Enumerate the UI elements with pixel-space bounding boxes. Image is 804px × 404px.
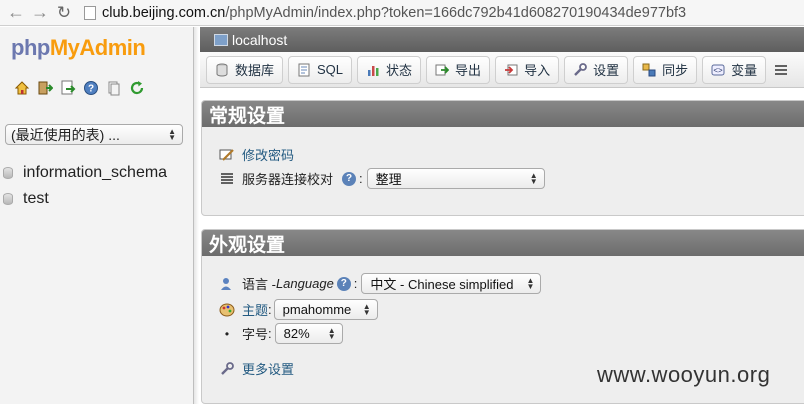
font-size-label: 字号 xyxy=(242,327,269,342)
database-item-test[interactable]: test xyxy=(0,186,194,212)
address-bar[interactable]: club.beijing.com.cn/phpMyAdmin/index.php… xyxy=(102,5,686,21)
home-icon[interactable] xyxy=(14,80,30,96)
database-name: information_schema xyxy=(23,164,168,181)
language-select[interactable]: 中文 - Chinese simplified ▲ ▼ xyxy=(361,273,542,294)
tab-label: 变量 xyxy=(731,63,758,78)
tab-sql[interactable]: SQL xyxy=(288,55,353,84)
tab-label: 导出 xyxy=(455,63,482,78)
sidebar-quick-icons: ? xyxy=(14,80,145,96)
change-password-link[interactable]: 修改密码 xyxy=(242,145,294,164)
appearance-settings-title: 外观设置 xyxy=(202,230,804,256)
colon: : xyxy=(359,171,363,186)
tab-databases[interactable]: 数据库 xyxy=(206,55,284,84)
select-arrows-icon: ▲ ▼ xyxy=(526,275,535,291)
font-size-select[interactable]: 82% ▲ ▼ xyxy=(274,323,343,344)
change-password-icon xyxy=(218,147,236,163)
select-arrows-icon: ▲ ▼ xyxy=(362,301,371,317)
tab-variables[interactable]: <> 变量 xyxy=(702,55,767,84)
collation-value: 整理 xyxy=(375,172,402,187)
tab-label: 设置 xyxy=(593,63,620,78)
phpmyadmin-logo[interactable]: phpMyAdmin xyxy=(11,35,146,61)
database-icon xyxy=(215,63,229,77)
documentation-icon[interactable] xyxy=(106,80,122,96)
reload-icon[interactable]: ↻ xyxy=(52,1,76,25)
forward-arrow-icon[interactable]: → xyxy=(28,1,52,25)
collation-select[interactable]: 整理 ▲ ▼ xyxy=(366,168,545,189)
more-menu-icon[interactable] xyxy=(771,56,791,84)
help-icon[interactable]: ? xyxy=(83,80,99,96)
svg-text:?: ? xyxy=(88,84,94,95)
collation-icon xyxy=(218,171,236,187)
tab-label: 同步 xyxy=(662,63,689,78)
font-size-row: • 字号 : 82% ▲ ▼ xyxy=(218,323,804,344)
language-value: 中文 - Chinese simplified xyxy=(370,277,514,292)
url-path: /phpMyAdmin/index.php?token=166dc792b41d… xyxy=(225,4,687,21)
wrench-icon xyxy=(218,361,236,377)
status-icon xyxy=(366,63,380,77)
change-password-row: 修改密码 xyxy=(218,145,804,164)
collation-row: 服务器连接校对 ? : 整理 ▲ ▼ xyxy=(218,168,804,189)
language-label: 语言 - xyxy=(242,277,276,292)
general-settings-panel: 常规设置 修改密码 服务器连接校对 ? : 整理 ▲ ▼ xyxy=(201,100,804,216)
language-icon xyxy=(218,276,236,292)
recent-tables-value: (最近使用的表) ... xyxy=(11,126,120,143)
query-window-icon[interactable] xyxy=(60,80,76,96)
select-arrows-icon: ▲ ▼ xyxy=(327,325,336,341)
tab-sync[interactable]: 同步 xyxy=(633,55,698,84)
page-icon xyxy=(84,5,96,20)
collation-label: 服务器连接校对 xyxy=(242,172,334,187)
sql-icon xyxy=(297,63,311,77)
tab-label: 状态 xyxy=(386,63,413,78)
tab-settings[interactable]: 设置 xyxy=(564,55,629,84)
select-arrows-icon: ▲ ▼ xyxy=(529,170,538,186)
theme-label[interactable]: 主题 xyxy=(242,300,268,319)
recent-tables-select[interactable]: (最近使用的表) ... ▲ ▼ xyxy=(5,124,183,145)
database-icon xyxy=(3,167,13,179)
server-breadcrumb: localhost xyxy=(200,27,804,52)
url-host: club.beijing.com.cn xyxy=(102,4,226,21)
theme-select[interactable]: pmahomme ▲ ▼ xyxy=(273,299,378,320)
database-name: test xyxy=(23,190,49,207)
svg-text:<>: <> xyxy=(713,66,723,75)
database-icon xyxy=(3,193,13,205)
language-label-en: Language xyxy=(275,276,334,291)
wrench-icon xyxy=(573,62,587,77)
language-row: 语言 - Language ? : 中文 - Chinese simplifie… xyxy=(218,273,804,294)
watermark-text: www.wooyun.org xyxy=(597,362,771,387)
browser-toolbar: ← → ↻ club.beijing.com.cn/phpMyAdmin/ind… xyxy=(0,0,804,26)
colon: : xyxy=(353,276,358,291)
tab-label: 数据库 xyxy=(235,63,275,78)
tab-label: SQL xyxy=(317,62,344,77)
logout-icon[interactable] xyxy=(37,80,53,96)
colon: : xyxy=(268,326,272,341)
select-arrows-icon: ▲ ▼ xyxy=(168,126,176,142)
database-list: information_schema test xyxy=(0,160,194,212)
database-item-information-schema[interactable]: information_schema xyxy=(0,160,194,186)
bullet-icon: • xyxy=(224,326,230,341)
variables-icon: <> xyxy=(711,63,725,77)
colon: : xyxy=(268,302,272,317)
export-icon xyxy=(435,63,450,77)
tab-status[interactable]: 状态 xyxy=(357,55,422,84)
navigation-sidebar: phpMyAdmin ? (最近使用的表) ... ▲ ▼ information… xyxy=(0,27,199,404)
top-menu-tabs: 数据库 SQL 状态 导出 导入 设置 同步 <> 变量 xyxy=(200,52,804,88)
server-name[interactable]: localhost xyxy=(232,32,287,48)
refresh-icon[interactable] xyxy=(129,80,145,96)
theme-row: 主题 : pmahomme ▲ ▼ xyxy=(218,299,804,320)
tab-label: 导入 xyxy=(524,63,551,78)
theme-palette-icon xyxy=(218,302,236,318)
collation-help-icon[interactable]: ? xyxy=(342,171,357,186)
font-size-value: 82% xyxy=(283,326,310,341)
tab-export[interactable]: 导出 xyxy=(426,55,491,84)
import-icon xyxy=(504,63,518,77)
more-settings-link[interactable]: 更多设置 xyxy=(242,359,294,378)
main-content: localhost 数据库 SQL 状态 导出 导入 设置 同步 <> 变量 常… xyxy=(200,27,804,404)
language-help-icon[interactable]: ? xyxy=(336,276,351,291)
back-arrow-icon[interactable]: ← xyxy=(4,1,28,25)
theme-value: pmahomme xyxy=(282,302,352,317)
tab-import[interactable]: 导入 xyxy=(495,55,560,84)
server-icon xyxy=(214,33,228,46)
general-settings-title: 常规设置 xyxy=(202,101,804,127)
sync-icon xyxy=(642,63,656,77)
